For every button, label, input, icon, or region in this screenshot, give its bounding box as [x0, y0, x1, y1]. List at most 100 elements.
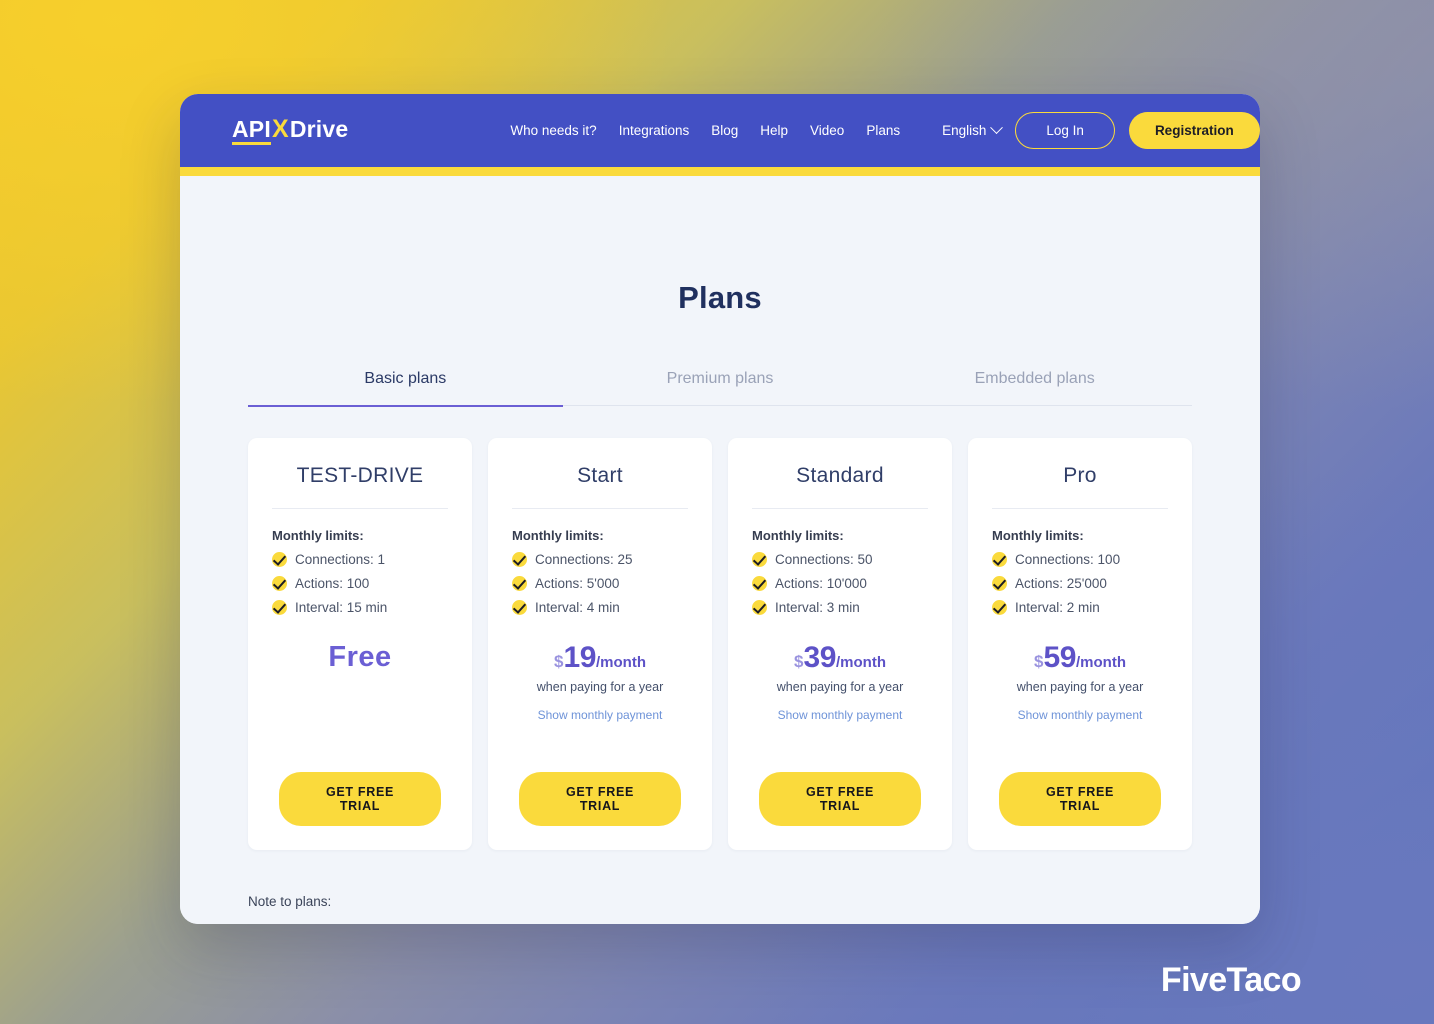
nav-item-integrations[interactable]: Integrations	[619, 123, 690, 138]
apix-drive-logo[interactable]: API X Drive	[232, 114, 349, 145]
main-navigation: Who needs it? Integrations Blog Help Vid…	[510, 123, 900, 138]
plan-card-start: Start Monthly limits: Connections: 25 Ac…	[488, 438, 712, 850]
limit-text: Interval: 2 min	[1015, 600, 1100, 615]
check-icon	[752, 552, 767, 567]
show-monthly-payment-link[interactable]: Show monthly payment	[538, 708, 663, 722]
chevron-down-icon	[990, 121, 1004, 135]
limit-row: Actions: 25'000	[992, 576, 1168, 591]
show-monthly-payment-link[interactable]: Show monthly payment	[778, 708, 903, 722]
price-currency: $	[1033, 652, 1044, 671]
browser-window: API X Drive Who needs it? Integrations Blo…	[180, 94, 1260, 924]
monthly-limits-label: Monthly limits:	[272, 528, 364, 543]
price-amount: 39	[803, 641, 837, 674]
limit-text: Interval: 4 min	[535, 600, 620, 615]
price-note: when paying for a year	[776, 680, 904, 694]
check-icon	[272, 552, 287, 567]
check-icon	[992, 576, 1007, 591]
limit-row: Interval: 15 min	[272, 600, 448, 615]
plan-type-tabs: Basic plans Premium plans Embedded plans	[248, 368, 1192, 407]
monthly-limits-label: Monthly limits:	[752, 528, 844, 543]
check-icon	[512, 576, 527, 591]
plan-card-standard: Standard Monthly limits: Connections: 50…	[728, 438, 952, 850]
limit-text: Connections: 100	[1015, 552, 1121, 567]
nav-item-video[interactable]: Video	[810, 123, 844, 138]
limit-row: Interval: 4 min	[512, 600, 688, 615]
get-free-trial-button[interactable]: GET FREE TRIAL	[519, 772, 681, 826]
nav-item-who-needs-it[interactable]: Who needs it?	[510, 123, 596, 138]
plan-title: Standard	[752, 464, 928, 509]
price-currency: $	[793, 652, 804, 671]
limit-text: Interval: 15 min	[295, 600, 388, 615]
limit-text: Actions: 5'000	[535, 576, 620, 591]
price-period: /month	[836, 654, 887, 671]
language-selector[interactable]: English	[942, 121, 1004, 138]
limit-text: Actions: 10'000	[775, 576, 867, 591]
check-icon	[272, 600, 287, 615]
limit-text: Connections: 50	[775, 552, 873, 567]
limit-row: Actions: 10'000	[752, 576, 928, 591]
check-icon	[992, 552, 1007, 567]
limit-text: Connections: 1	[295, 552, 386, 567]
limit-row: Interval: 2 min	[992, 600, 1168, 615]
plan-card-test-drive: TEST-DRIVE Monthly limits: Connections: …	[248, 438, 472, 850]
check-icon	[752, 576, 767, 591]
show-monthly-payment-link[interactable]: Show monthly payment	[1018, 708, 1143, 722]
price-note: when paying for a year	[536, 680, 664, 694]
price-period: /month	[1076, 654, 1127, 671]
limit-row: Actions: 100	[272, 576, 448, 591]
plan-title: Start	[512, 464, 688, 509]
nav-item-help[interactable]: Help	[760, 123, 788, 138]
price-block: $59/month when paying for a year Show mo…	[992, 641, 1168, 724]
limit-row: Connections: 1	[272, 552, 448, 567]
price-free-label: Free	[328, 641, 392, 673]
tab-basic-plans[interactable]: Basic plans	[248, 370, 563, 407]
registration-button[interactable]: Registration	[1128, 112, 1260, 149]
note-to-plans: Note to plans: Connection — is an integr…	[248, 894, 1192, 924]
price-amount: 59	[1043, 641, 1077, 674]
plan-title: TEST-DRIVE	[272, 464, 448, 509]
site-header: API X Drive Who needs it? Integrations Blo…	[180, 94, 1260, 167]
logo-text-api: API	[232, 117, 271, 145]
limit-row: Actions: 5'000	[512, 576, 688, 591]
limit-row: Interval: 3 min	[752, 600, 928, 615]
get-free-trial-button[interactable]: GET FREE TRIAL	[999, 772, 1161, 826]
price-amount: 19	[563, 641, 597, 674]
price-value: $59/month	[1034, 641, 1126, 675]
logo-text-x: X	[271, 114, 289, 143]
limit-text: Connections: 25	[535, 552, 633, 567]
fivetaco-watermark: FiveTaco	[1160, 961, 1302, 999]
plan-cards: TEST-DRIVE Monthly limits: Connections: …	[248, 438, 1192, 850]
header-actions: English Log In Registration	[942, 112, 1260, 149]
language-label: English	[942, 123, 987, 138]
price-period: /month	[596, 654, 647, 671]
page-content: Plans Basic plans Premium plans Embedded…	[180, 176, 1260, 924]
price-currency: $	[553, 652, 564, 671]
note-title: Note to plans:	[248, 894, 332, 909]
logo-text-drive: Drive	[289, 115, 349, 142]
check-icon	[512, 600, 527, 615]
price-value: $19/month	[554, 641, 646, 675]
check-icon	[272, 576, 287, 591]
check-icon	[512, 552, 527, 567]
get-free-trial-button[interactable]: GET FREE TRIAL	[759, 772, 921, 826]
check-icon	[752, 600, 767, 615]
monthly-limits-label: Monthly limits:	[992, 528, 1084, 543]
plan-card-pro: Pro Monthly limits: Connections: 100 Act…	[968, 438, 1192, 850]
limit-row: Connections: 50	[752, 552, 928, 567]
page-title: Plans	[678, 280, 762, 315]
nav-item-blog[interactable]: Blog	[711, 123, 738, 138]
note-body: Connection — is an integration between t…	[248, 922, 1192, 924]
price-block: Free	[272, 641, 448, 674]
nav-item-plans[interactable]: Plans	[866, 123, 900, 138]
limit-text: Actions: 25'000	[1015, 576, 1107, 591]
limit-text: Actions: 100	[295, 576, 370, 591]
tab-embedded-plans[interactable]: Embedded plans	[877, 370, 1192, 407]
limit-row: Connections: 25	[512, 552, 688, 567]
price-note: when paying for a year	[1016, 680, 1144, 694]
price-block: $19/month when paying for a year Show mo…	[512, 641, 688, 724]
login-button[interactable]: Log In	[1015, 112, 1115, 149]
tab-premium-plans[interactable]: Premium plans	[563, 370, 878, 407]
get-free-trial-button[interactable]: GET FREE TRIAL	[279, 772, 441, 826]
price-block: $39/month when paying for a year Show mo…	[752, 641, 928, 724]
limit-row: Connections: 100	[992, 552, 1168, 567]
